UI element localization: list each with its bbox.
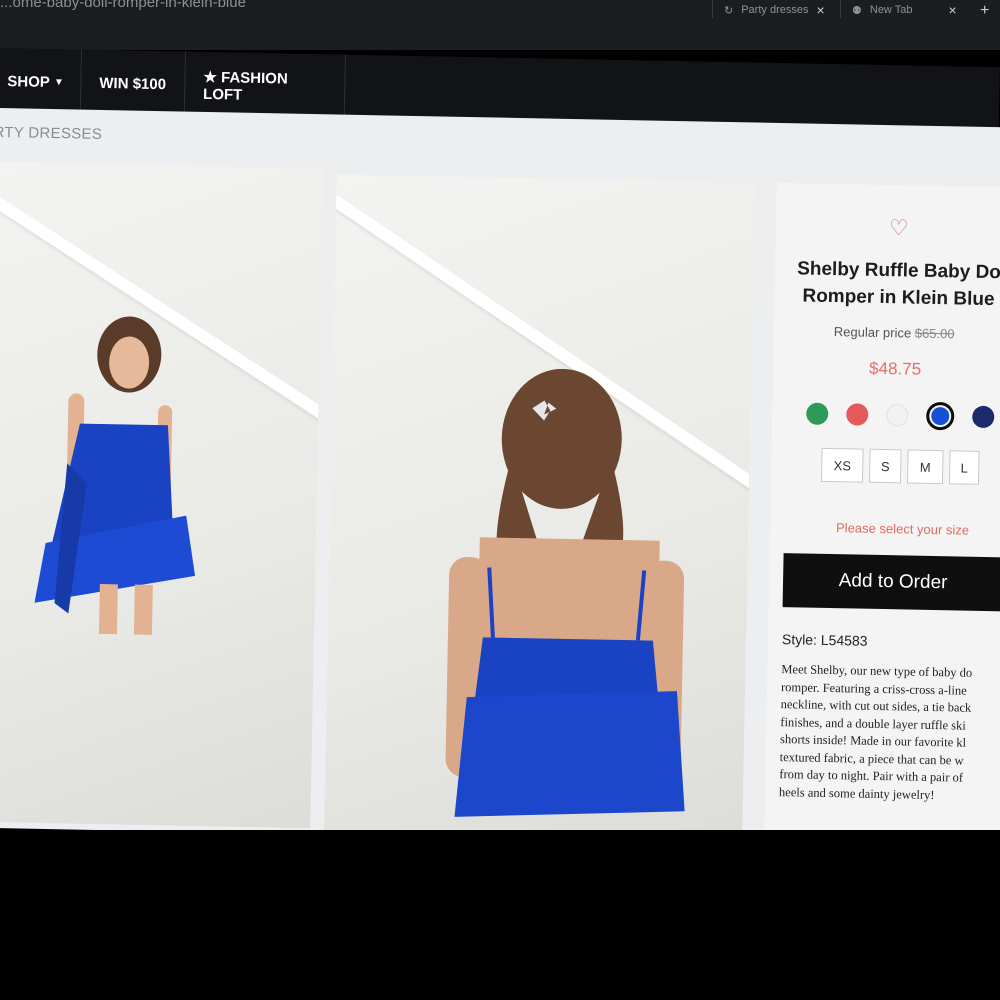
nav-fashion-loft[interactable]: ★ FASHION LOFT: [184, 51, 346, 121]
regular-price: Regular price $65.00: [834, 324, 955, 341]
swatch-red[interactable]: [846, 403, 869, 426]
nav-loft-label: ★ FASHION LOFT: [202, 68, 288, 104]
browser-chrome: ...ome-baby-doll-romper-in-klein-blue ↻ …: [0, 0, 1000, 50]
product-details-panel: ♡ Shelby Ruffle Baby Do Romper in Klein …: [764, 182, 1000, 848]
swatch-navy[interactable]: [972, 405, 995, 429]
swatch-white[interactable]: [886, 404, 909, 427]
product-page: RTY DRESSES ♡ Shelby Ruffle Baby Do Romp…: [0, 108, 1000, 848]
description-line: heels and some dainty jewelry!: [778, 784, 935, 802]
close-tab-icon[interactable]: ×: [816, 2, 824, 18]
add-to-order-button[interactable]: Add to Order: [782, 553, 1000, 612]
new-tab-plus-icon[interactable]: +: [980, 2, 989, 20]
tab-label: Party dresses: [741, 4, 809, 16]
model-front-illustration: [34, 316, 196, 636]
product-title-line2: Romper in Klein Blue: [802, 285, 995, 311]
regular-price-label: Regular price: [833, 324, 912, 341]
product-photo-back[interactable]: [324, 174, 755, 843]
tab-new-tab[interactable]: ⚉ New Tab ×: [852, 0, 957, 20]
style-number: Style: L54583: [781, 631, 868, 649]
tab-divider: [712, 0, 713, 18]
size-m-button[interactable]: M: [906, 449, 944, 485]
tab-label: New Tab: [869, 4, 913, 16]
size-options: XS S M L: [820, 447, 980, 485]
size-xs-button[interactable]: XS: [820, 447, 864, 483]
product-title: Shelby Ruffle Baby Do Romper in Klein Bl…: [778, 255, 1000, 314]
wishlist-heart-icon[interactable]: ♡: [889, 215, 909, 241]
nav-shop-label: SHOP: [7, 72, 51, 91]
product-description: Meet Shelby, our new type of baby do rom…: [779, 661, 1000, 805]
product-photo-front[interactable]: [0, 161, 323, 829]
swatch-blue-selected[interactable]: [925, 401, 955, 431]
sale-price: $48.75: [868, 358, 922, 379]
nav-shop[interactable]: SHOP ▼: [0, 47, 82, 116]
address-bar-text[interactable]: ...ome-baby-doll-romper-in-klein-blue: [0, 0, 246, 11]
tab-party-dresses[interactable]: ↻ Party dresses ×: [724, 0, 825, 20]
nav-win-100[interactable]: WIN $100: [80, 49, 186, 118]
breadcrumb[interactable]: RTY DRESSES: [0, 124, 102, 143]
monitor-bezel: [0, 830, 1000, 1000]
close-tab-icon[interactable]: ×: [948, 2, 956, 18]
tab-divider: [840, 0, 841, 18]
size-l-button[interactable]: L: [948, 450, 980, 485]
new-tab-icon: ⚉: [852, 4, 862, 17]
regular-price-value: $65.00: [914, 325, 955, 342]
color-swatches: [806, 400, 995, 432]
model-back-illustration: [445, 368, 685, 817]
size-s-button[interactable]: S: [868, 448, 902, 484]
reload-icon: ↻: [724, 4, 734, 17]
swatch-green[interactable]: [806, 402, 829, 425]
nav-win-label: WIN $100: [99, 74, 167, 93]
size-warning: Please select your size: [835, 520, 970, 538]
caret-down-icon: ▼: [53, 76, 64, 88]
